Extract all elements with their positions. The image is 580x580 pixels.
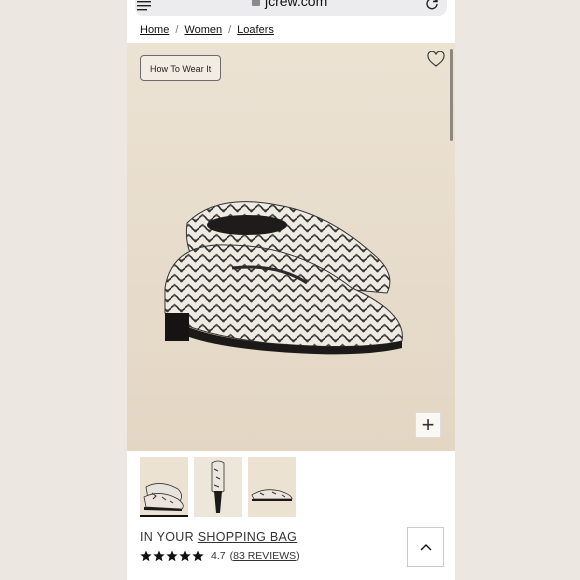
star-icon (192, 550, 204, 562)
product-rating: 4.7 ( 83 REVIEWS ) (140, 550, 300, 562)
thumbnail-strip (140, 457, 296, 517)
reviews-link[interactable]: 83 REVIEWS (233, 550, 296, 562)
loafer-shoes-image (164, 201, 403, 355)
product-page: jcrew.com Home / Women / Loafers How To … (127, 0, 455, 580)
breadcrumb-separator: / (228, 24, 232, 36)
star-icon (179, 550, 191, 562)
star-icon (153, 550, 165, 562)
breadcrumb-women[interactable]: Women (184, 24, 222, 36)
image-scrollbar[interactable] (450, 49, 453, 141)
chevron-up-icon (420, 544, 431, 551)
breadcrumb-loafers[interactable]: Loafers (237, 24, 274, 36)
url-text[interactable]: jcrew.com (265, 0, 327, 9)
star-icon (140, 550, 152, 562)
star-icon (166, 550, 178, 562)
bag-prefix: IN YOUR (140, 530, 194, 544)
heart-icon[interactable] (427, 51, 445, 67)
menu-icon[interactable] (137, 0, 151, 11)
shopping-bag-link[interactable]: SHOPPING BAG (198, 530, 297, 544)
thumbnail-3[interactable] (248, 457, 296, 517)
shopping-bag-status: IN YOUR SHOPPING BAG (140, 530, 297, 544)
breadcrumb: Home / Women / Loafers (140, 24, 274, 36)
thumbnail-2[interactable] (194, 457, 242, 517)
breadcrumb-home[interactable]: Home (140, 24, 169, 36)
zoom-plus-button[interactable]: + (415, 412, 441, 438)
lock-icon (252, 0, 260, 6)
breadcrumb-separator: / (175, 24, 179, 36)
close-paren: ) (296, 550, 300, 562)
how-to-wear-button[interactable]: How To Wear It (140, 55, 222, 81)
browser-bar: jcrew.com (127, 0, 455, 18)
product-image[interactable]: How To Wear It + (127, 43, 455, 451)
reload-icon[interactable] (425, 0, 439, 10)
scroll-to-top-button[interactable] (407, 527, 444, 567)
rating-value: 4.7 (211, 550, 226, 562)
thumbnail-1[interactable] (140, 457, 188, 517)
